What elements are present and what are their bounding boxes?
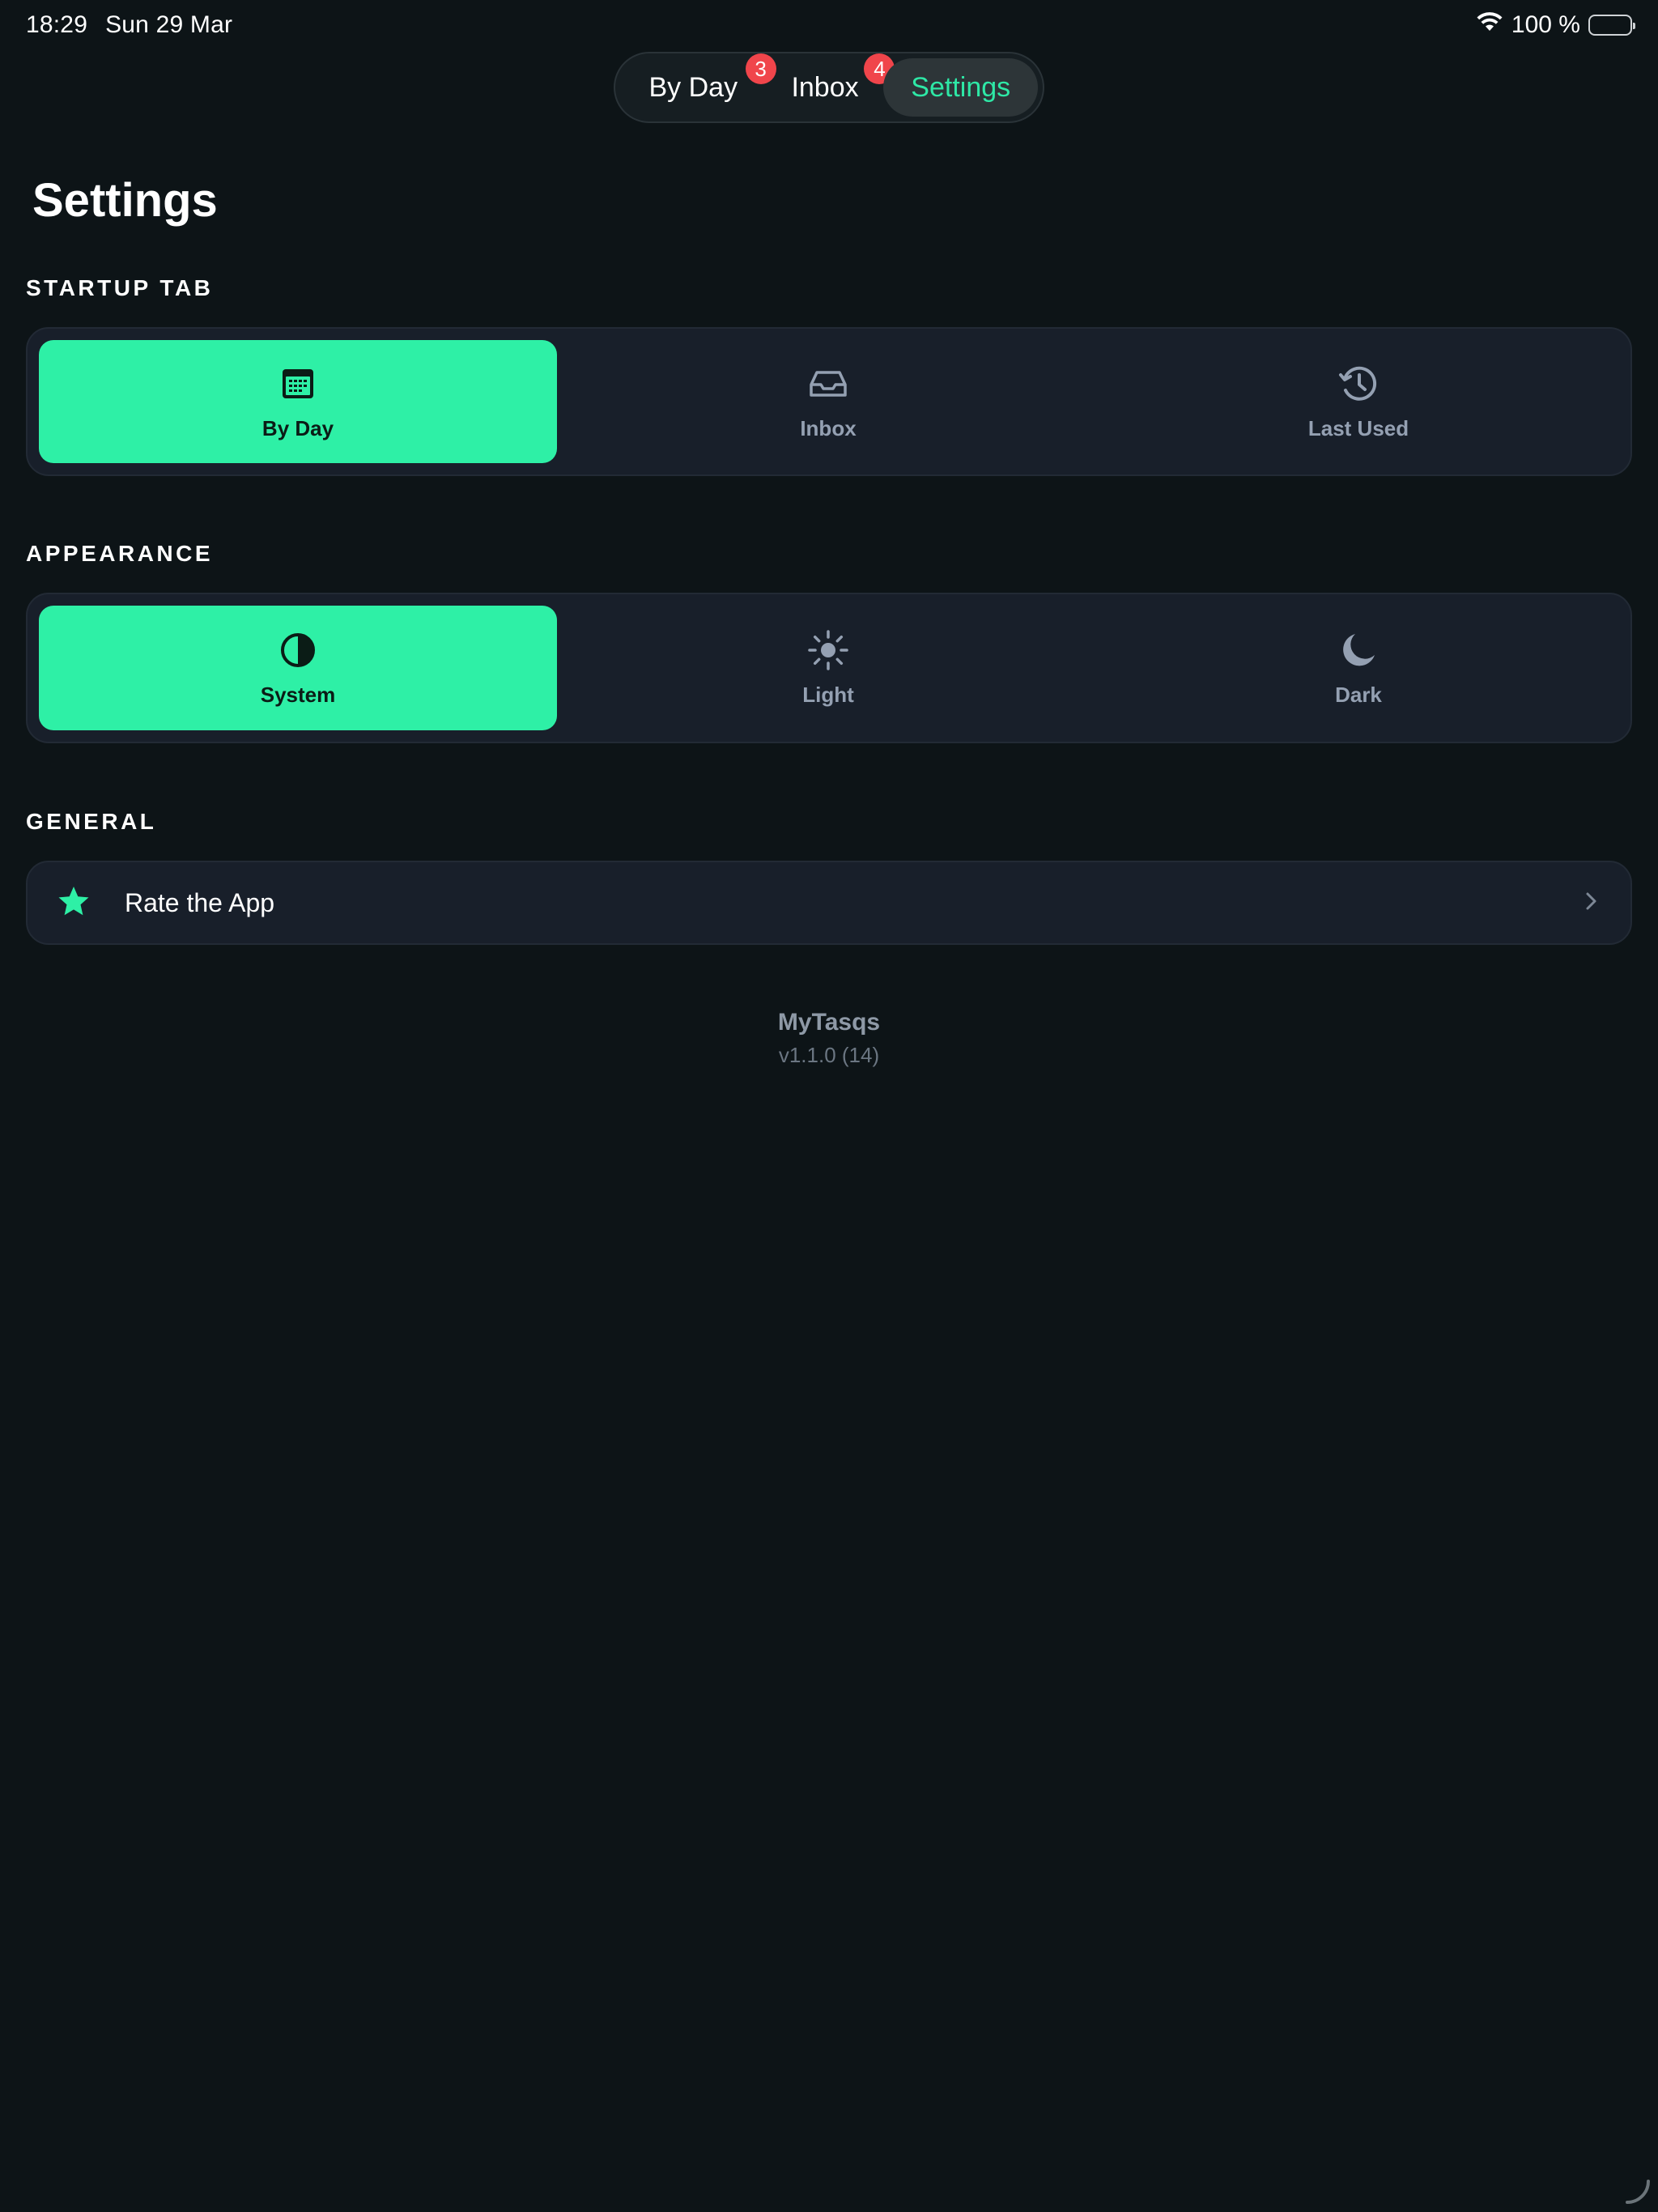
page-title: Settings [32, 174, 218, 227]
calendar-icon [277, 363, 319, 405]
option-label: Inbox [800, 415, 857, 440]
status-bar-left: 18:29 Sun 29 Mar [26, 11, 232, 39]
option-label: By Day [261, 415, 334, 440]
section-header-appearance: APPEARANCE [26, 541, 214, 566]
tab-label: By Day [648, 71, 738, 103]
app-version: v1.1.0 (14) [778, 1043, 880, 1067]
section-header-general: GENERAL [26, 809, 157, 834]
appearance-picker: System Light Dark [26, 593, 1632, 743]
top-tab-bar: By Day 3 Inbox 4 Settings [614, 52, 1044, 123]
status-date: Sun 29 Mar [105, 11, 233, 38]
option-label: Dark [1335, 682, 1382, 707]
status-bar-right: 100 % [1476, 11, 1635, 39]
status-time: 18:29 [26, 11, 88, 38]
history-icon [1337, 363, 1380, 405]
startup-tab-picker: By Day Inbox Last Used [26, 327, 1632, 476]
tab-label: Settings [911, 71, 1011, 103]
tab-settings[interactable]: Settings [883, 58, 1038, 117]
chevron-right-icon [1580, 891, 1601, 916]
moon-icon [1337, 629, 1380, 671]
tab-label: Inbox [791, 71, 859, 103]
startup-option-last-used[interactable]: Last Used [1099, 340, 1618, 463]
inbox-tray-icon [807, 363, 849, 405]
option-label: Light [802, 682, 854, 707]
sun-icon [807, 629, 849, 671]
star-icon [57, 884, 125, 922]
option-label: Last Used [1307, 415, 1409, 440]
contrast-icon [277, 629, 319, 671]
row-label: Rate the App [125, 887, 275, 917]
battery-percent: 100 % [1511, 11, 1580, 38]
tab-inbox[interactable]: Inbox 4 [767, 53, 895, 117]
tab-by-day[interactable]: By Day 3 [620, 53, 776, 117]
settings-screen: 18:29 Sun 29 Mar 100 % By Day 3 Inbox 4 … [0, 0, 1658, 2212]
app-name: MyTasqs [777, 1009, 881, 1036]
appearance-option-dark[interactable]: Dark [1099, 606, 1618, 730]
general-card: Rate the App [26, 861, 1632, 945]
appearance-option-light[interactable]: Light [569, 606, 1087, 730]
startup-option-by-day[interactable]: By Day [39, 340, 557, 463]
wifi-icon [1476, 11, 1503, 39]
section-header-startup-tab: STARTUP TAB [26, 275, 214, 300]
appearance-option-system[interactable]: System [39, 606, 557, 730]
startup-option-inbox[interactable]: Inbox [569, 340, 1087, 463]
battery-icon [1588, 15, 1635, 36]
rate-the-app-row[interactable]: Rate the App [28, 862, 1630, 943]
option-label: System [260, 682, 336, 707]
